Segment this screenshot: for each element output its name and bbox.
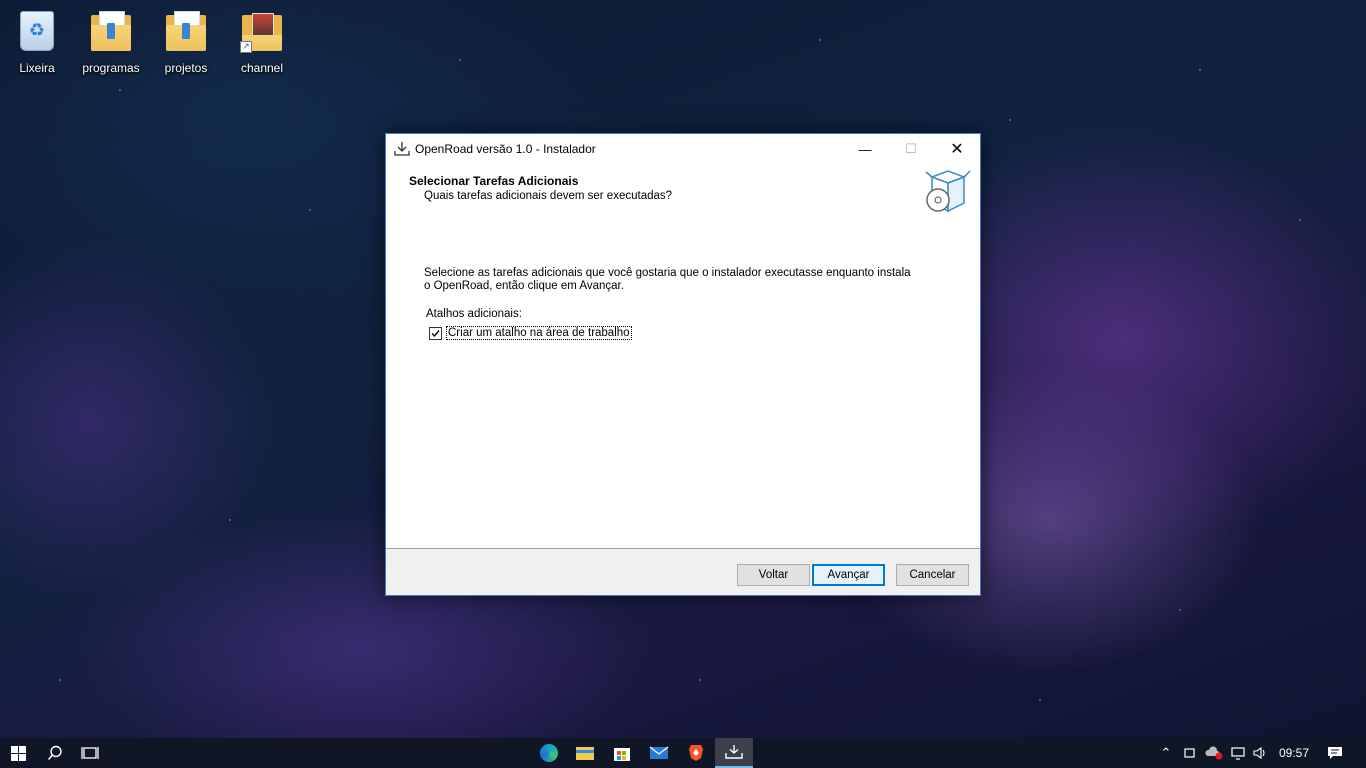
title-bar[interactable]: OpenRoad versão 1.0 - Instalador — ☐ ✕	[386, 134, 980, 164]
taskbar-app-edge[interactable]	[530, 738, 568, 768]
taskbar-app-store[interactable]	[603, 738, 641, 768]
notification-icon	[1328, 747, 1342, 759]
volume-icon	[1253, 746, 1265, 760]
action-center-button[interactable]	[1320, 738, 1350, 768]
minimize-button[interactable]: —	[842, 134, 888, 164]
taskbar: ⌃ 09:57	[0, 738, 1366, 768]
show-hidden-icons-button[interactable]: ⌃	[1156, 738, 1176, 768]
task-view-icon	[81, 747, 99, 759]
page-title: Selecionar Tarefas Adicionais	[409, 174, 579, 188]
maximize-icon: ☐	[905, 141, 917, 156]
installer-window: OpenRoad versão 1.0 - Instalador — ☐ ✕ S…	[385, 133, 981, 596]
tray-network-icon[interactable]	[1228, 738, 1248, 768]
installer-icon	[394, 141, 410, 157]
desktop-icon-label: projetos	[164, 61, 208, 75]
desktop-shortcut-option[interactable]: Criar um atalho na área de trabalho	[429, 326, 632, 340]
wizard-body: Selecione as tarefas adicionais que você…	[386, 224, 980, 549]
wizard-header: Selecionar Tarefas Adicionais Quais tare…	[386, 164, 980, 224]
checkmark-icon	[431, 329, 440, 337]
back-button[interactable]: Voltar	[737, 564, 810, 586]
desktop-icon-programas[interactable]: programas	[76, 8, 146, 75]
shortcut-icon: ↗	[240, 11, 284, 57]
taskbar-app-file-explorer[interactable]	[566, 738, 604, 768]
desktop-icon-recycle-bin[interactable]: Lixeira	[2, 8, 72, 75]
window-title: OpenRoad versão 1.0 - Instalador	[415, 142, 596, 156]
desktop-icon-label: Lixeira	[19, 61, 55, 75]
close-icon: ✕	[950, 141, 964, 158]
tray-volume-icon[interactable]	[1250, 738, 1270, 768]
setup-box-icon	[924, 167, 972, 217]
desktop-icon-projetos[interactable]: projetos	[151, 8, 221, 75]
taskbar-clock[interactable]: 09:57	[1272, 738, 1316, 768]
desktop-icon-channel[interactable]: ↗ channel	[227, 8, 297, 75]
task-view-button[interactable]	[71, 738, 109, 768]
wizard-footer: Voltar Avançar Cancelar	[386, 548, 980, 595]
cancel-button[interactable]: Cancelar	[896, 564, 969, 586]
desktop-shortcut-checkbox[interactable]	[429, 326, 442, 340]
taskbar-app-mail[interactable]	[640, 738, 678, 768]
edge-icon	[540, 744, 558, 762]
chevron-up-icon: ⌃	[1160, 745, 1172, 761]
minimize-icon: —	[858, 141, 872, 157]
store-icon	[614, 748, 630, 761]
next-button[interactable]: Avançar	[812, 564, 885, 586]
network-icon	[1231, 747, 1245, 760]
desktop-icon-label: channel	[240, 61, 284, 75]
cloud-error-icon	[1205, 746, 1223, 760]
checkbox-label[interactable]: Criar um atalho na área de trabalho	[446, 326, 632, 340]
folder-icon	[89, 11, 133, 57]
taskbar-app-brave[interactable]	[677, 738, 715, 768]
start-button[interactable]	[0, 738, 36, 768]
page-subtitle: Quais tarefas adicionais devem ser execu…	[424, 190, 673, 202]
close-button[interactable]: ✕	[934, 134, 980, 164]
group-label: Atalhos adicionais:	[426, 308, 522, 320]
taskbar-app-installer[interactable]	[715, 738, 753, 768]
tray-onedrive-icon[interactable]	[1203, 738, 1225, 768]
tray-meet-icon[interactable]	[1180, 738, 1200, 768]
windows-logo-icon	[10, 745, 26, 761]
file-explorer-icon	[576, 747, 594, 760]
installer-icon	[725, 745, 743, 759]
recycle-bin-icon	[15, 11, 59, 57]
meet-icon	[1184, 748, 1195, 758]
search-button[interactable]	[36, 738, 74, 768]
maximize-button[interactable]: ☐	[888, 134, 934, 164]
intro-text: Selecione as tarefas adicionais que você…	[424, 267, 911, 292]
search-icon	[47, 745, 62, 761]
mail-icon	[649, 746, 669, 759]
brave-icon	[689, 745, 703, 761]
desktop-icon-label: programas	[82, 61, 140, 75]
folder-icon	[164, 11, 208, 57]
